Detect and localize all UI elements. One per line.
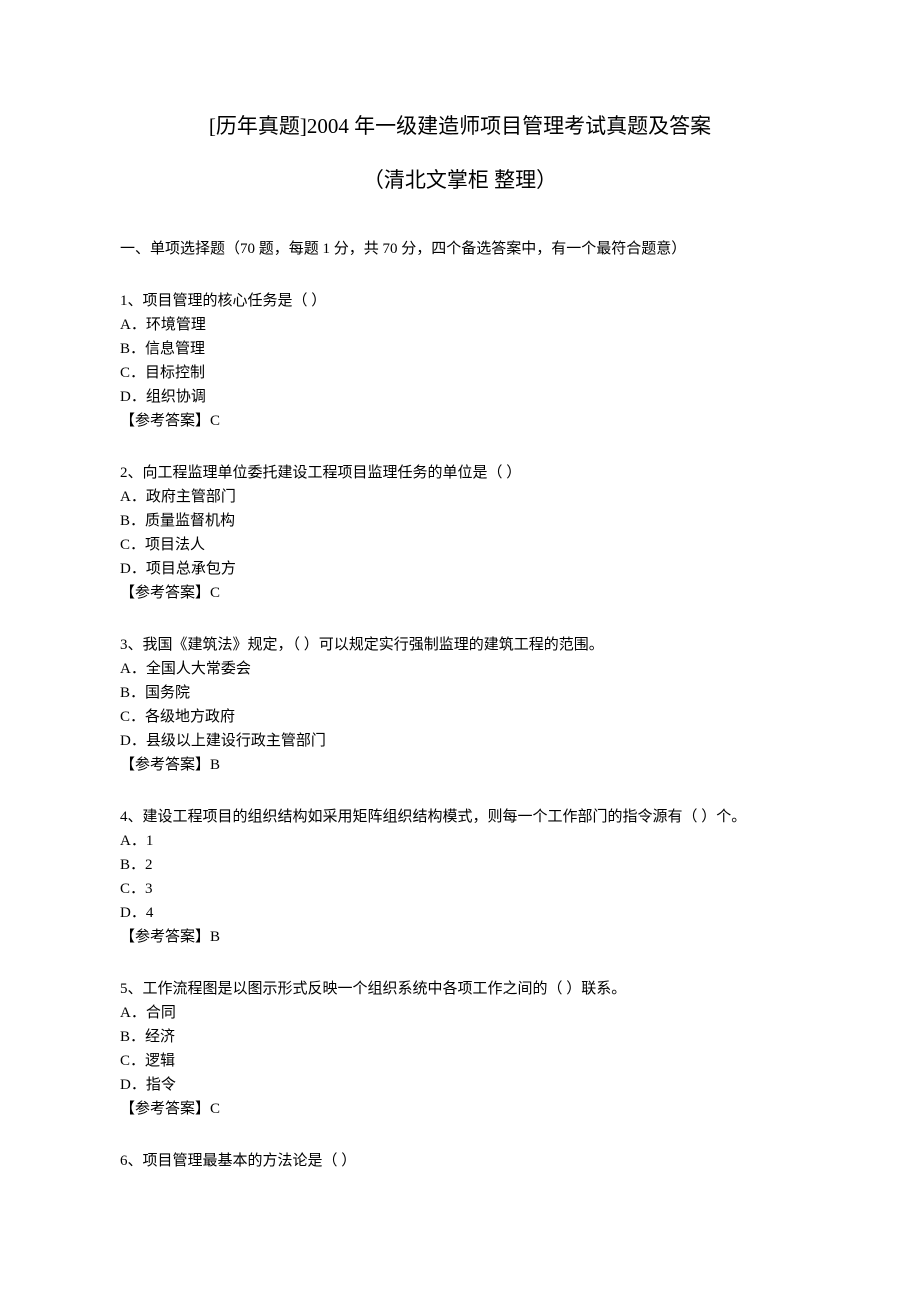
question-option: C．各级地方政府 — [120, 705, 800, 729]
question-block: 4、建设工程项目的组织结构如采用矩阵组织结构模式，则每一个工作部门的指令源有（ … — [120, 805, 800, 949]
question-stem: 5、工作流程图是以图示形式反映一个组织系统中各项工作之间的（ ）联系。 — [120, 977, 800, 1001]
document-subtitle: （清北文掌柜 整理） — [120, 164, 800, 198]
question-option: D．项目总承包方 — [120, 557, 800, 581]
question-option: D．组织协调 — [120, 385, 800, 409]
question-option: B．经济 — [120, 1025, 800, 1049]
question-option: C．项目法人 — [120, 533, 800, 557]
question-stem: 1、项目管理的核心任务是（ ） — [120, 289, 800, 313]
question-stem: 3、我国《建筑法》规定，（ ）可以规定实行强制监理的建筑工程的范围。 — [120, 633, 800, 657]
question-option: D．4 — [120, 901, 800, 925]
question-option: B．国务院 — [120, 681, 800, 705]
question-option: A．1 — [120, 829, 800, 853]
question-block: 3、我国《建筑法》规定，（ ）可以规定实行强制监理的建筑工程的范围。 A．全国人… — [120, 633, 800, 777]
question-option: D．指令 — [120, 1073, 800, 1097]
question-option: A．合同 — [120, 1001, 800, 1025]
question-option: C．3 — [120, 877, 800, 901]
document-title: [历年真题]2004 年一级建造师项目管理考试真题及答案 — [120, 110, 800, 144]
question-option: A．政府主管部门 — [120, 485, 800, 509]
question-option: C．目标控制 — [120, 361, 800, 385]
question-option: C．逻辑 — [120, 1049, 800, 1073]
question-option: A．全国人大常委会 — [120, 657, 800, 681]
document-page: [历年真题]2004 年一级建造师项目管理考试真题及答案 （清北文掌柜 整理） … — [0, 0, 920, 1261]
question-answer: 【参考答案】B — [120, 753, 800, 777]
question-option: B．信息管理 — [120, 337, 800, 361]
question-option: B．质量监督机构 — [120, 509, 800, 533]
question-option: A．环境管理 — [120, 313, 800, 337]
question-answer: 【参考答案】C — [120, 581, 800, 605]
question-block: 2、向工程监理单位委托建设工程项目监理任务的单位是（ ） A．政府主管部门 B．… — [120, 461, 800, 605]
question-answer: 【参考答案】B — [120, 925, 800, 949]
section-instruction: 一、单项选择题（70 题，每题 1 分，共 70 分，四个备选答案中，有一个最符… — [120, 237, 800, 261]
question-stem: 2、向工程监理单位委托建设工程项目监理任务的单位是（ ） — [120, 461, 800, 485]
question-option: B．2 — [120, 853, 800, 877]
question-block: 1、项目管理的核心任务是（ ） A．环境管理 B．信息管理 C．目标控制 D．组… — [120, 289, 800, 433]
question-option: D．县级以上建设行政主管部门 — [120, 729, 800, 753]
question-answer: 【参考答案】C — [120, 409, 800, 433]
question-answer: 【参考答案】C — [120, 1097, 800, 1121]
question-stem: 4、建设工程项目的组织结构如采用矩阵组织结构模式，则每一个工作部门的指令源有（ … — [120, 805, 800, 829]
question-block: 5、工作流程图是以图示形式反映一个组织系统中各项工作之间的（ ）联系。 A．合同… — [120, 977, 800, 1121]
question-stem: 6、项目管理最基本的方法论是（ ） — [120, 1149, 800, 1173]
question-block: 6、项目管理最基本的方法论是（ ） — [120, 1149, 800, 1173]
